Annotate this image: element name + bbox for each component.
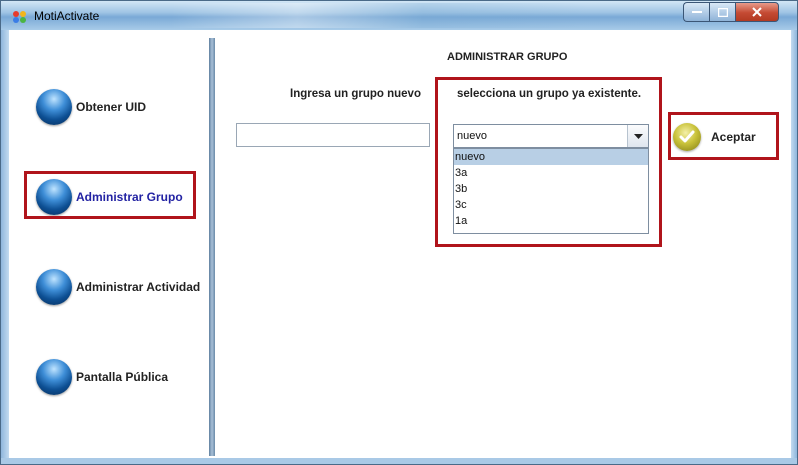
page-title: ADMINISTRAR GRUPO [447,51,568,63]
highlight-box-accept [668,112,779,160]
highlight-box-combobox [435,77,662,247]
sidebar-item-label: Obtener UID [76,100,147,114]
window-title: MotiActivate [34,9,100,23]
new-group-input[interactable] [236,123,430,147]
sidebar-item-label: Administrar Actividad [76,280,201,294]
new-group-label: Ingresa un grupo nuevo [290,88,421,100]
split-pane-divider[interactable] [209,38,215,456]
blue-orb-icon [36,359,72,395]
close-icon [752,7,762,17]
sidebar-item-obtener-uid[interactable]: Obtener UID [36,89,146,125]
sidebar-item-pantalla-publica[interactable]: Pantalla Pública [36,359,168,395]
title-bar[interactable]: MotiActivate [1,1,797,30]
close-button[interactable] [735,2,779,22]
blue-orb-icon [36,89,72,125]
maximize-button[interactable] [709,2,735,22]
app-window: MotiActivate Obtener UID Administrar Gru… [0,0,798,465]
minimize-button[interactable] [683,2,709,22]
window-controls [683,2,779,22]
sidebar: Obtener UID Administrar Grupo Administra… [9,30,209,458]
minimize-icon [691,11,702,13]
highlight-box-nav [24,171,196,219]
sidebar-item-administrar-actividad[interactable]: Administrar Actividad [36,269,200,305]
app-logo-icon [13,11,26,23]
maximize-icon [717,7,728,17]
sidebar-item-label: Pantalla Pública [76,370,169,384]
blue-orb-icon [36,269,72,305]
